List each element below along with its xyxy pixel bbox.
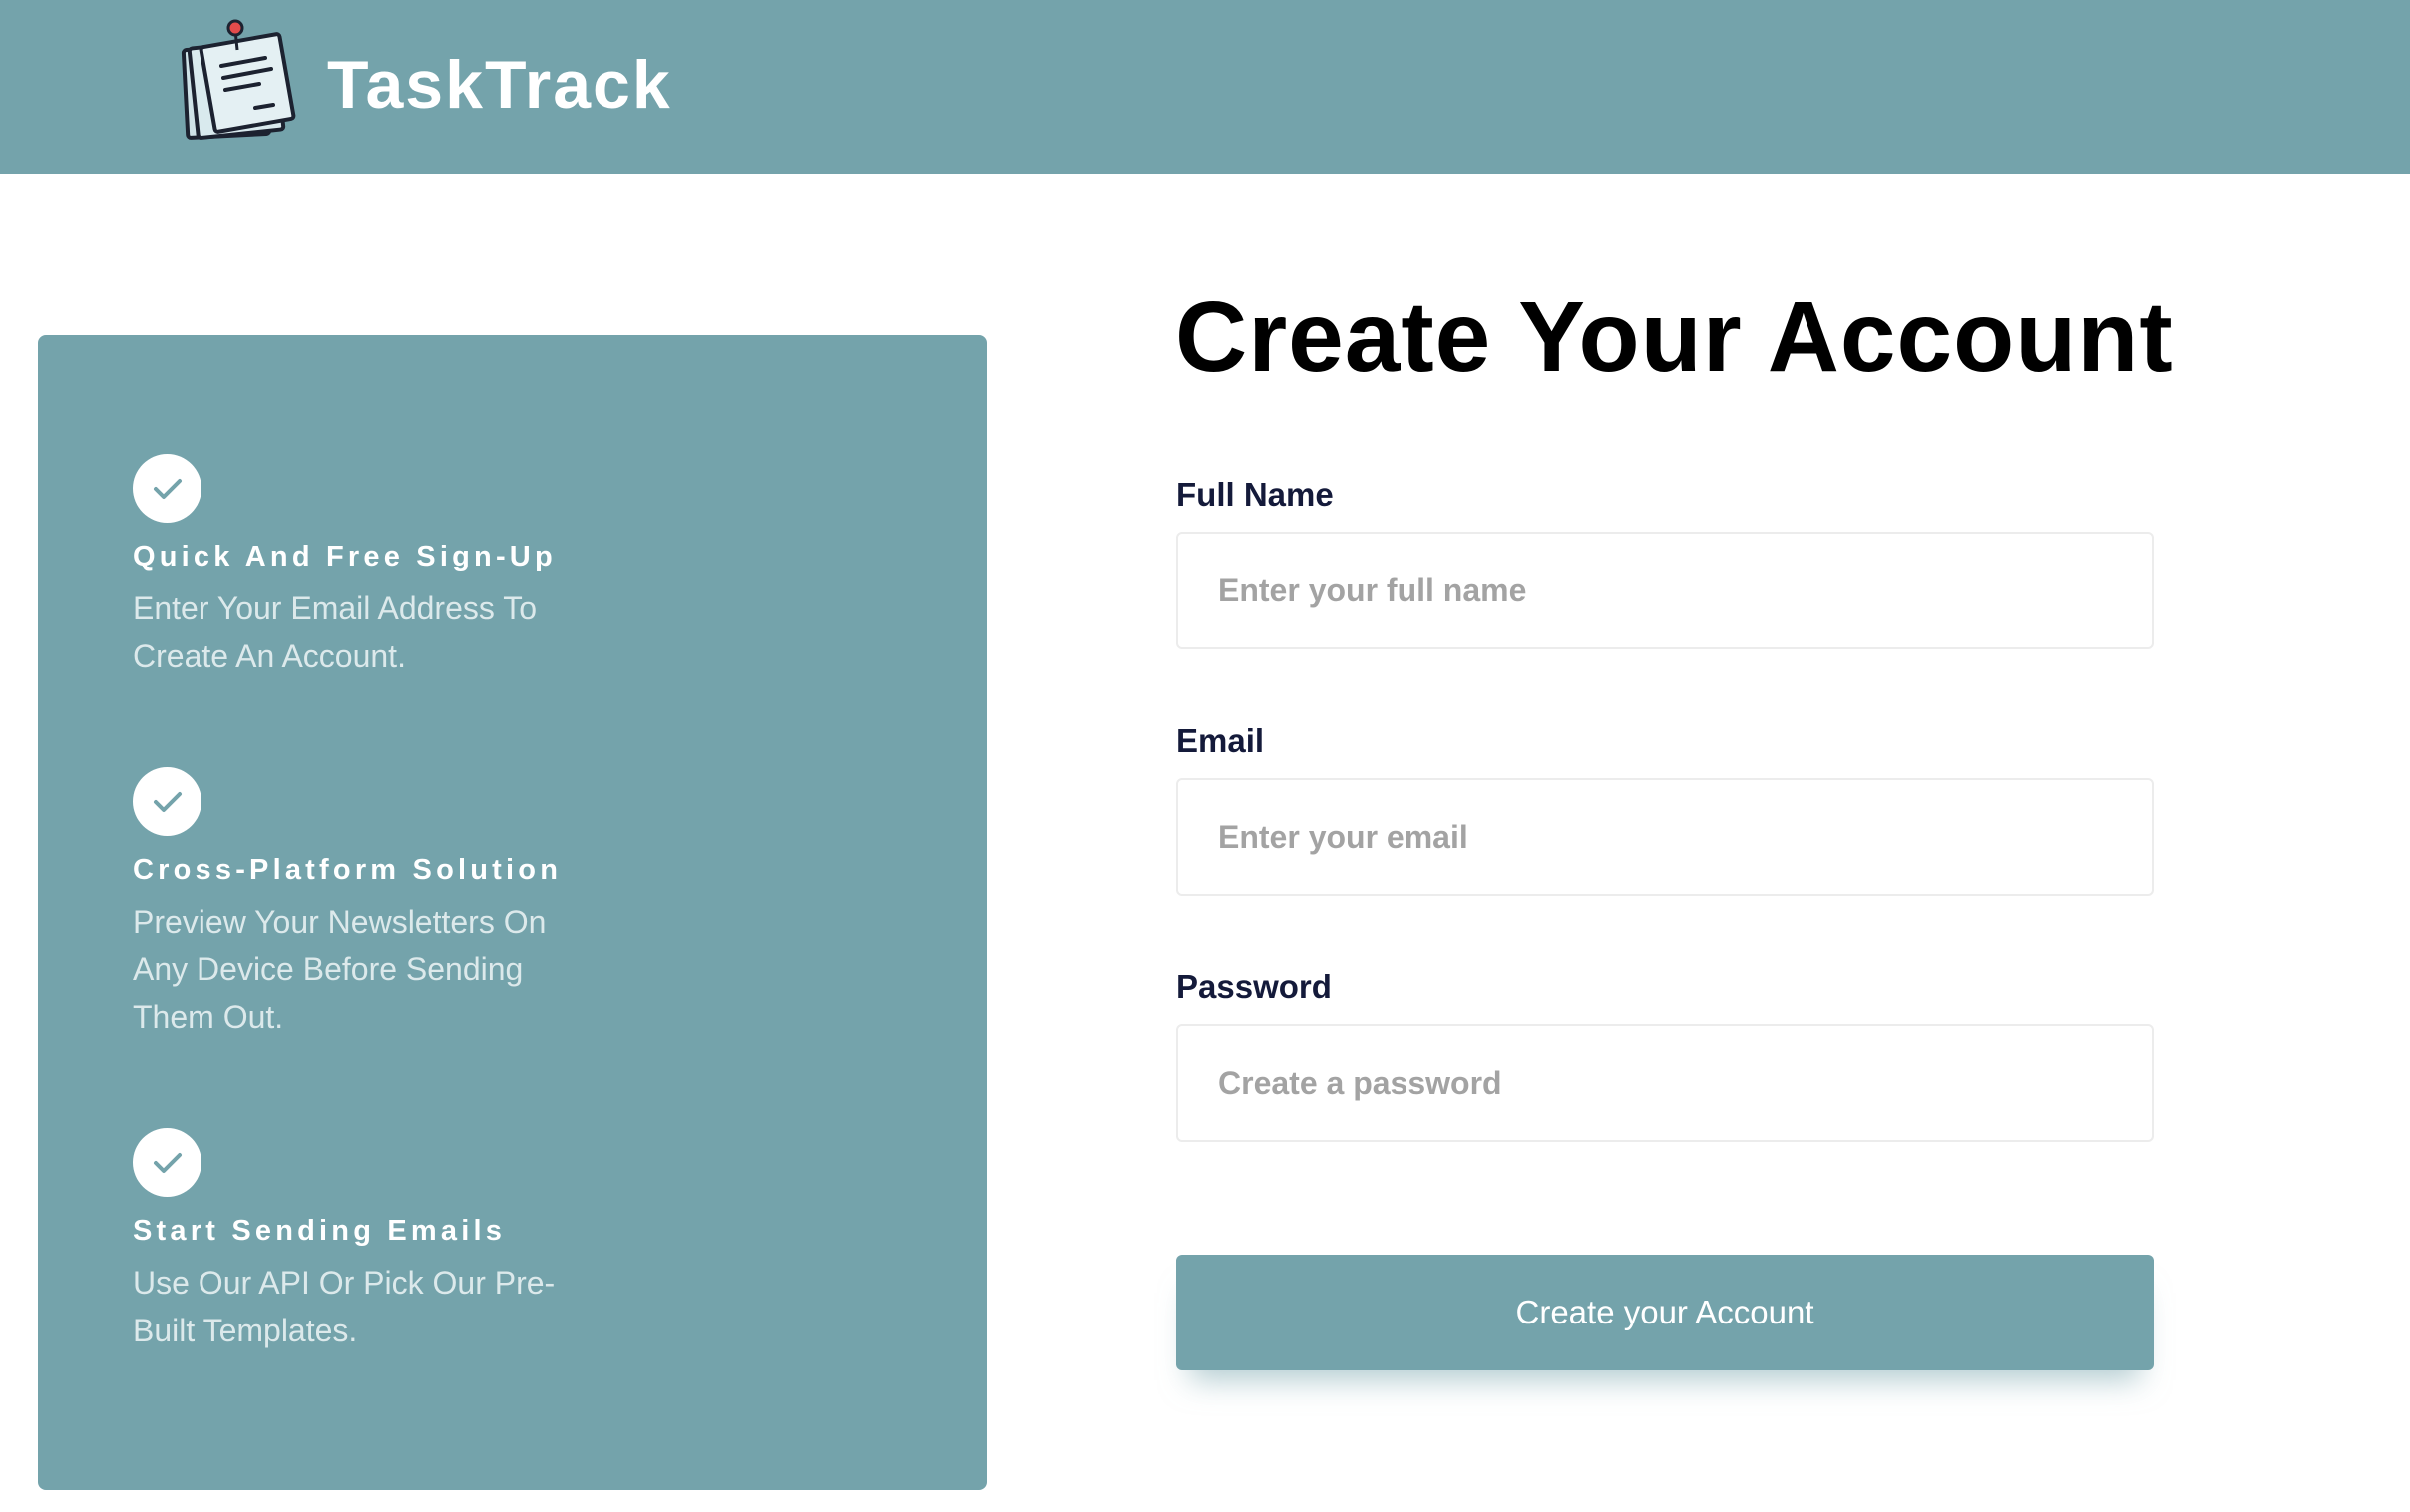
feature-start-sending: Start Sending Emails Use Our API Or Pick… [133, 1128, 691, 1354]
feature-description: Use Our API Or Pick Our Pre-Built Templa… [133, 1265, 556, 1348]
email-input[interactable] [1176, 778, 2154, 896]
full-name-label: Full Name [1176, 476, 1334, 513]
full-name-input[interactable] [1176, 532, 2154, 649]
feature-title: Cross-Platform Solution [133, 854, 563, 886]
check-icon [133, 767, 201, 836]
feature-title: Start Sending Emails [133, 1215, 507, 1247]
feature-cross-platform: Cross-Platform Solution Preview Your New… [133, 767, 691, 1041]
top-header: TaskTrack [0, 0, 2410, 174]
features-panel: Quick And Free Sign-Up Enter Your Email … [38, 335, 987, 1490]
password-input[interactable] [1176, 1024, 2154, 1142]
create-account-button[interactable]: Create your Account [1176, 1255, 2154, 1370]
brand-name: TaskTrack [327, 47, 672, 123]
feature-quick-signup: Quick And Free Sign-Up Enter Your Email … [133, 454, 691, 680]
page-title: Create Your Account [1175, 281, 2174, 393]
email-label: Email [1176, 722, 1265, 759]
feature-description: Preview Your Newsletters On Any Device B… [133, 904, 547, 1035]
check-icon [133, 1128, 201, 1197]
check-icon [133, 454, 201, 523]
notepad-pin-icon [181, 19, 296, 140]
feature-title: Quick And Free Sign-Up [133, 541, 557, 572]
password-label: Password [1176, 968, 1332, 1005]
feature-description: Enter Your Email Address To Create An Ac… [133, 590, 537, 674]
